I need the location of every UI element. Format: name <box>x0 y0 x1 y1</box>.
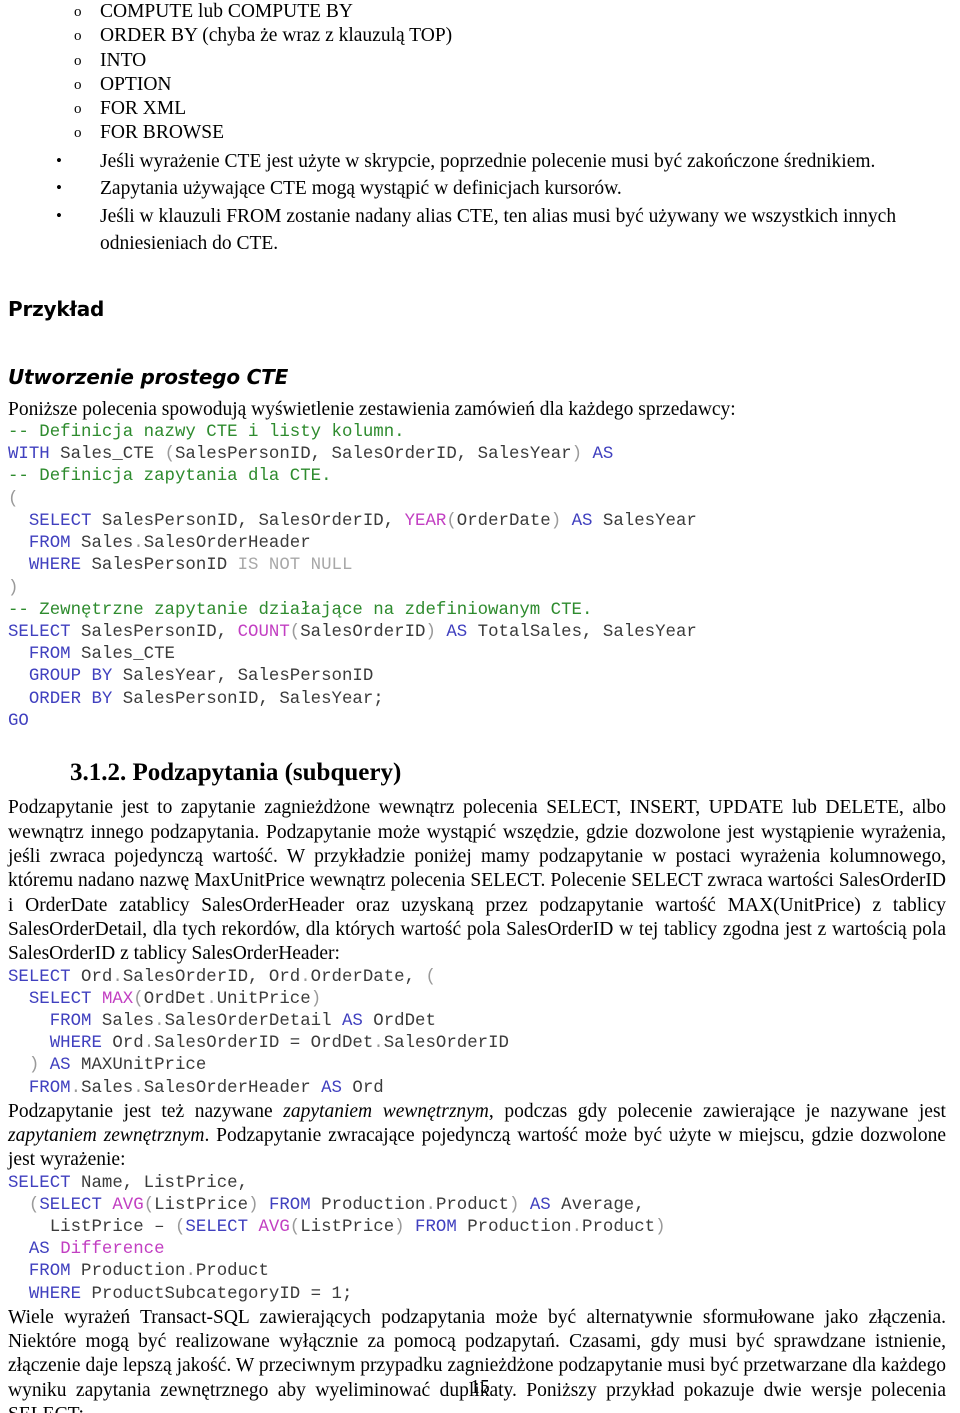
main-bullet-list: Jeśli wyrażenie CTE jest użyte w skrypci… <box>8 147 946 258</box>
list-item: COMPUTE lub COMPUTE BY <box>74 0 946 25</box>
list-item: Zapytania używające CTE mogą wystąpić w … <box>56 174 946 203</box>
paragraph-inner-outer-query: Podzapytanie jest też nazywane zapytanie… <box>8 1100 946 1173</box>
heading-utworzenie-prostego-cte: Utworzenie prostego CTE <box>8 364 289 389</box>
list-item: INTO <box>74 49 946 74</box>
list-item: OPTION <box>74 73 946 98</box>
list-item: Jeśli w klauzuli FROM zostanie nadany al… <box>56 202 946 258</box>
text-run: Podzapytanie jest też nazywane <box>8 1100 284 1122</box>
emphasis-outer-query: zapytaniem zewnętrznym <box>8 1125 205 1147</box>
list-item: Jeśli wyrażenie CTE jest użyte w skrypci… <box>56 147 946 176</box>
code-block-subquery: SELECT Ord.SalesOrderID, Ord.OrderDate, … <box>8 967 509 1098</box>
emphasis-inner-query: zapytaniem wewnętrznym <box>283 1100 489 1122</box>
page-number: 15 <box>470 1377 490 1398</box>
sub-bullet-list: COMPUTE lub COMPUTE BY ORDER BY (chyba ż… <box>8 0 946 146</box>
text-run: , podczas gdy polecenie zawierające je n… <box>488 1100 946 1122</box>
heading-section-3-1-2: 3.1.2. Podzapytania (subquery) <box>70 758 402 786</box>
code-block-cte: -- Definicja nazwy CTE i listy kolumn. W… <box>8 423 697 731</box>
list-item: FOR XML <box>74 97 946 122</box>
heading-przyklad: Przykład <box>8 296 105 321</box>
list-item: FOR BROWSE <box>74 121 946 146</box>
paragraph-subquery-definition: Podzapytanie jest to zapytanie zagnieżdż… <box>8 797 946 965</box>
document-page: COMPUTE lub COMPUTE BY ORDER BY (chyba ż… <box>0 0 960 1413</box>
code-block-avg: SELECT Name, ListPrice, (SELECT AVG(List… <box>8 1173 666 1304</box>
list-item: ORDER BY (chyba że wraz z klauzulą TOP) <box>74 24 946 49</box>
paragraph-intro-cte: Poniższe polecenia spowodują wyświetleni… <box>8 398 736 420</box>
